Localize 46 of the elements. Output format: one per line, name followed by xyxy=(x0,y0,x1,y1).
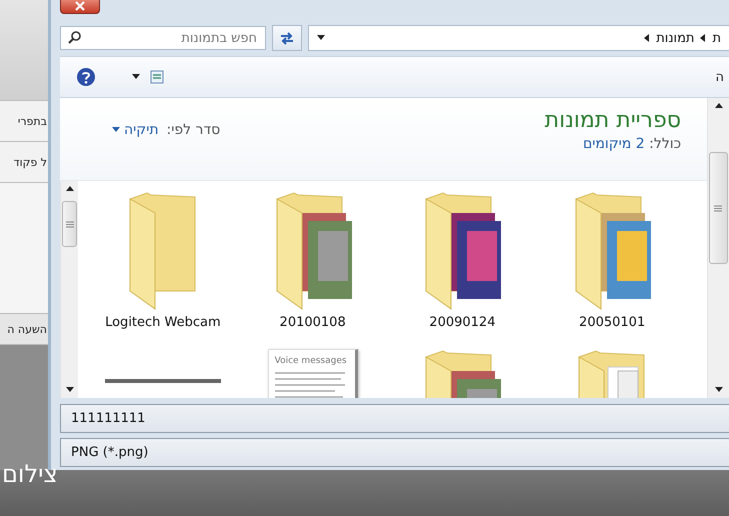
folder-name[interactable]: 20050101 xyxy=(579,315,646,330)
search-icon xyxy=(68,31,81,44)
close-button[interactable] xyxy=(60,0,100,14)
folder-name[interactable]: Logitech Webcam xyxy=(105,315,221,330)
menu-text: ל פקוד xyxy=(14,156,47,168)
scroll-thumb[interactable] xyxy=(709,152,728,264)
close-icon xyxy=(75,1,85,11)
scrollbar[interactable] xyxy=(707,98,729,398)
breadcrumb-item[interactable]: ת xyxy=(710,30,723,46)
breadcrumb-item[interactable]: תמונות xyxy=(654,30,696,46)
view-options-button[interactable] xyxy=(132,73,140,81)
grip-icon xyxy=(714,204,722,212)
pane-icon xyxy=(150,70,164,84)
file-type-dropdown[interactable]: PNG (*.png) xyxy=(60,438,729,467)
caret-icon xyxy=(317,34,325,42)
caption-text: צילום xyxy=(2,460,58,488)
help-icon xyxy=(76,67,96,87)
folder-name[interactable]: 20100108 xyxy=(280,315,346,330)
scroll-thumb[interactable] xyxy=(62,201,78,247)
scroll-up-icon xyxy=(714,102,722,110)
toolbar-label[interactable]: ה xyxy=(716,70,724,84)
caret-icon xyxy=(112,126,120,134)
scroll-up-icon xyxy=(66,185,74,193)
caret-icon xyxy=(643,34,652,42)
caret-icon xyxy=(699,34,708,42)
scrollbar[interactable] xyxy=(60,181,78,398)
search-field[interactable]: חפש בתמונות xyxy=(60,26,266,50)
refresh-icon xyxy=(279,31,295,45)
help-button[interactable] xyxy=(76,67,96,87)
menu-text: השעה ה xyxy=(7,322,47,336)
scroll-down-icon xyxy=(66,386,74,394)
sort-label: סדר לפי: xyxy=(166,122,220,138)
scroll-down-icon xyxy=(714,386,722,394)
folder-name[interactable]: 20090124 xyxy=(429,315,496,330)
document-title: Voice messages xyxy=(274,356,348,366)
grip-icon xyxy=(66,220,74,228)
locations-link[interactable]: 2 מיקומים xyxy=(582,136,645,152)
file-name-field[interactable]: 111111111 xyxy=(60,404,729,433)
menu-text: בתפרי xyxy=(18,114,47,128)
sort-dropdown[interactable]: תיקיה xyxy=(112,122,159,138)
caret-icon xyxy=(132,73,140,81)
refresh-button[interactable] xyxy=(272,25,302,51)
library-title: ספריית תמונות xyxy=(544,108,681,133)
address-bar[interactable]: ת תמונות xyxy=(308,25,729,51)
preview-pane-button[interactable] xyxy=(150,70,164,84)
includes-text: כולל: 2 מיקומים xyxy=(582,136,681,152)
